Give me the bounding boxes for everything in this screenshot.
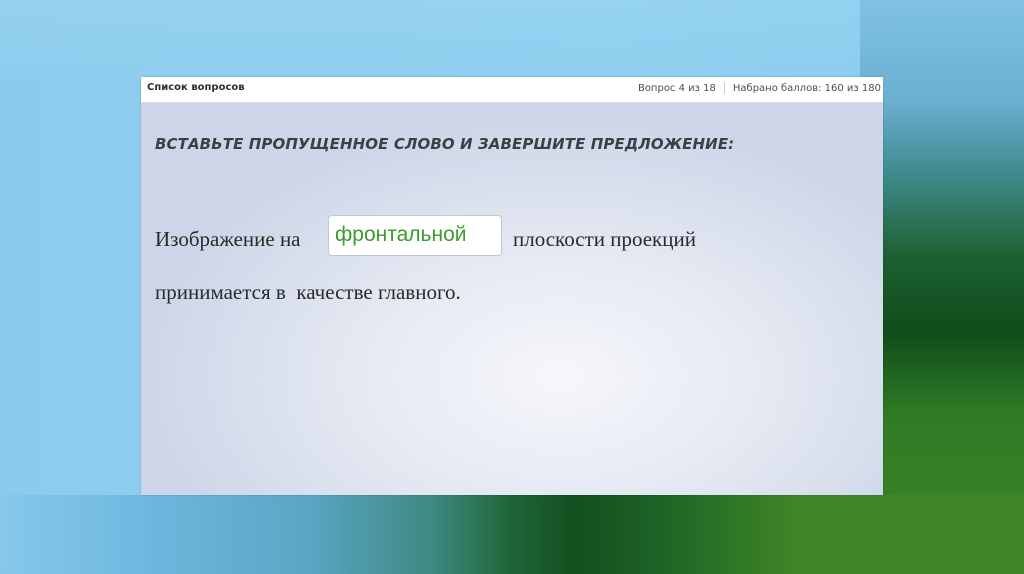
quiz-topbar: Список вопросов Вопрос 4 из 18 Набрано б… <box>141 77 883 103</box>
sentence-text-after: плоскости проекций <box>513 227 696 251</box>
score-counter: Набрано баллов: 160 из 180 <box>732 82 881 94</box>
question-list-link[interactable]: Список вопросов <box>147 82 245 93</box>
topbar-divider <box>723 82 725 94</box>
topbar-status: Вопрос 4 из 18 Набрано баллов: 160 из 18… <box>638 82 881 94</box>
background-bottom <box>0 495 1024 574</box>
answer-input[interactable]: фронтальной <box>328 215 502 256</box>
question-instruction: ВСТАВЬТЕ ПРОПУЩЕННОЕ СЛОВО И ЗАВЕРШИТЕ П… <box>155 135 735 153</box>
background-right <box>860 0 1024 574</box>
sentence-line-2: принимается в качестве главного. <box>155 280 461 304</box>
quiz-window: Список вопросов Вопрос 4 из 18 Набрано б… <box>141 77 883 495</box>
question-progress: Вопрос 4 из 18 <box>637 82 716 94</box>
sentence-text-before: Изображение на <box>155 227 301 251</box>
